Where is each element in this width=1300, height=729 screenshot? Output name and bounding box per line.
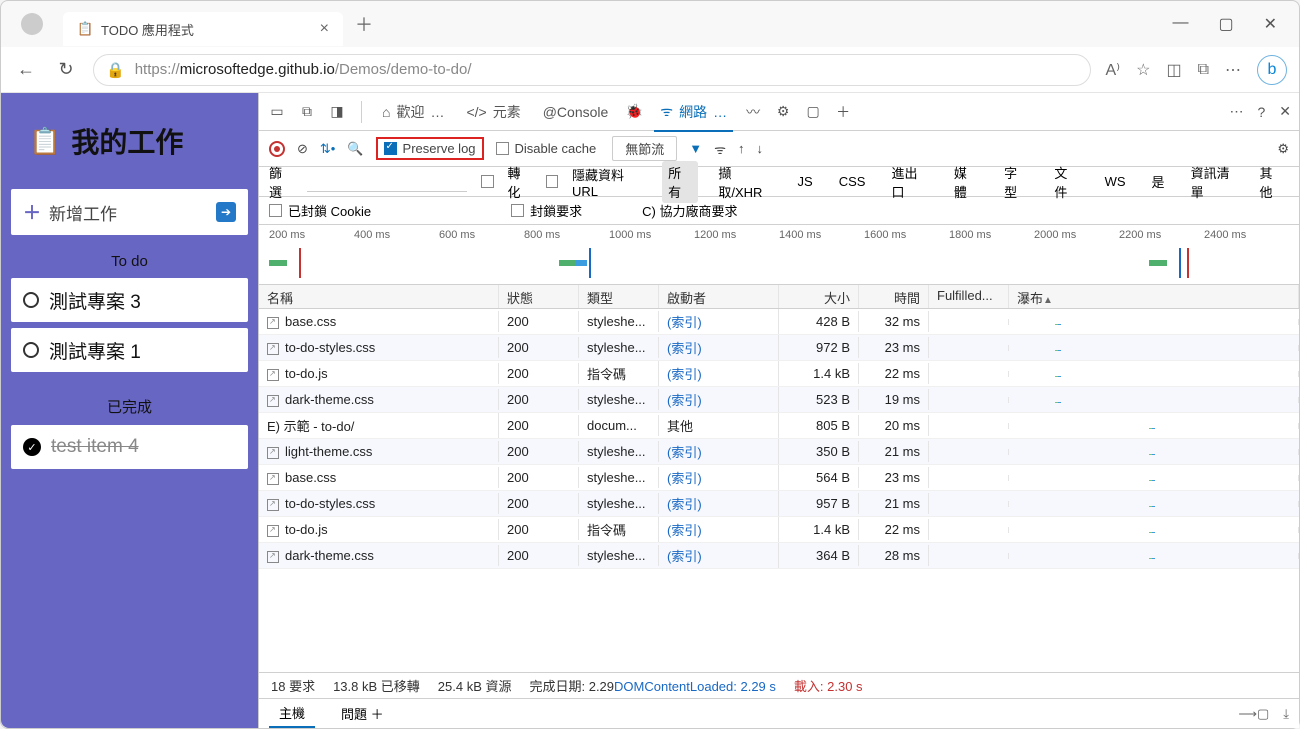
collections-icon[interactable]: ⧉: [1198, 61, 1209, 79]
throttling-select[interactable]: 無節流: [612, 136, 677, 161]
devtools-panel: ▭ ⧉ ◨ ⌂歡迎… </>元素 @Console 🐞 ᯤ網路… 〰 ⚙ ▢ ＋…: [258, 93, 1299, 728]
profile-avatar[interactable]: [21, 13, 43, 35]
split-icon[interactable]: ◫: [1166, 60, 1181, 80]
todo-app: 📋 我的工作 ＋ 新增工作 ➔ To do 測試專案 3 測試專案 1 已完成 …: [1, 93, 258, 728]
dropdown-icon[interactable]: ▼: [689, 141, 702, 156]
preserve-log-checkbox[interactable]: Preserve log: [376, 137, 484, 160]
filter-js[interactable]: JS: [792, 172, 819, 191]
device-icon[interactable]: ⧉: [297, 103, 317, 120]
plus-icon: ＋: [23, 199, 41, 225]
table-row[interactable]: dark-theme.css200styleshe...(索引)364 B28 …: [259, 543, 1299, 569]
blocked-cookie-checkbox[interactable]: 已封鎖 Cookie: [269, 201, 371, 220]
section-done: 已完成: [11, 378, 248, 425]
app-title: 我的工作: [71, 121, 183, 161]
filter-ws[interactable]: WS: [1099, 172, 1132, 191]
disable-cache-checkbox[interactable]: Disable cache: [496, 141, 597, 156]
help-icon[interactable]: ?: [1257, 104, 1265, 120]
table-row[interactable]: dark-theme.css200styleshe...(索引)523 B19 …: [259, 387, 1299, 413]
minimize-icon[interactable]: —: [1172, 14, 1188, 34]
todo-item-done[interactable]: ✓ test item 4: [11, 425, 248, 469]
app-icon[interactable]: ▢: [803, 103, 823, 120]
bug-icon[interactable]: 🐞: [624, 103, 644, 120]
table-row[interactable]: to-do-styles.css200styleshe...(索引)972 B2…: [259, 335, 1299, 361]
drawer-icon-1[interactable]: ⟶▢: [1238, 706, 1269, 722]
table-row[interactable]: to-do.js200指令碼(索引)1.4 kB22 ms: [259, 361, 1299, 387]
more-tabs-icon[interactable]: ＋: [833, 102, 853, 122]
tab-title: TODO 應用程式: [101, 20, 194, 39]
clear-icon[interactable]: ⊘: [297, 141, 308, 157]
checkbox-icon[interactable]: [23, 342, 39, 358]
kebab-icon[interactable]: ⋯: [1229, 103, 1243, 120]
tab-console[interactable]: @Console: [537, 100, 615, 124]
refresh-button[interactable]: ↻: [53, 59, 79, 80]
todo-item[interactable]: 測試專案 1: [11, 328, 248, 372]
close-window-icon[interactable]: ✕: [1264, 14, 1277, 34]
hide-data-checkbox[interactable]: [546, 175, 558, 188]
third-party-label: C) 協力廠商要求: [642, 201, 737, 220]
table-row[interactable]: base.css200styleshe...(索引)564 B23 ms: [259, 465, 1299, 491]
drawer-icon-2[interactable]: ⤓: [1283, 706, 1289, 722]
back-button[interactable]: ←: [13, 59, 39, 80]
checkbox-icon[interactable]: [23, 292, 39, 308]
titlebar: 📋 TODO 應用程式 × ＋ — ▢ ✕: [1, 1, 1299, 47]
settings-icon[interactable]: ⚙: [1277, 141, 1289, 157]
tab-favicon: 📋: [77, 21, 93, 37]
filter-icon[interactable]: ⇅•: [320, 141, 335, 157]
more-icon[interactable]: ⋯: [1225, 60, 1241, 80]
checked-icon[interactable]: ✓: [23, 438, 41, 456]
bing-button[interactable]: b: [1257, 55, 1287, 85]
close-devtools-icon[interactable]: ✕: [1279, 103, 1291, 120]
section-todo: To do: [11, 235, 248, 278]
table-row[interactable]: to-do.js200指令碼(索引)1.4 kB22 ms: [259, 517, 1299, 543]
table-row[interactable]: base.css200styleshe...(索引)428 B32 ms: [259, 309, 1299, 335]
performance-icon[interactable]: 〰: [743, 102, 763, 122]
inspect-icon[interactable]: ▭: [267, 103, 287, 120]
drawer-tab-issues[interactable]: 問題 ＋: [331, 700, 394, 727]
network-table-header: 名稱 狀態 類型 啟動者 大小 時間 Fulfilled... 瀑布▲: [259, 285, 1299, 309]
maximize-icon[interactable]: ▢: [1218, 14, 1233, 34]
download-icon[interactable]: ↓: [756, 141, 763, 156]
lock-icon: 🔒: [106, 61, 125, 79]
memory-icon[interactable]: ⚙: [773, 103, 793, 120]
add-task-input[interactable]: ＋ 新增工作 ➔: [11, 189, 248, 235]
blocked-req-checkbox[interactable]: 封鎖要求: [511, 201, 582, 220]
network-table-body[interactable]: base.css200styleshe...(索引)428 B32 msto-d…: [259, 309, 1299, 672]
network-footer: 18 要求 13.8 kB 已移轉 25.4 kB 資源 完成日期: 2.29D…: [259, 672, 1299, 698]
record-button[interactable]: [269, 141, 285, 157]
table-row[interactable]: E) 示範 - to-do/200docum...其他805 B20 ms: [259, 413, 1299, 439]
timeline[interactable]: 200 ms400 ms600 ms800 ms1000 ms1200 ms14…: [259, 225, 1299, 285]
table-row[interactable]: to-do-styles.css200styleshe...(索引)957 B2…: [259, 491, 1299, 517]
browser-tab[interactable]: 📋 TODO 應用程式 ×: [63, 12, 343, 46]
submit-icon[interactable]: ➔: [216, 202, 236, 222]
url-input[interactable]: 🔒 https://microsoftedge.github.io/Demos/…: [93, 54, 1091, 86]
favorite-icon[interactable]: ☆: [1136, 60, 1150, 80]
tab-elements[interactable]: </>元素: [460, 98, 526, 126]
invert-checkbox[interactable]: [481, 175, 493, 188]
tab-welcome[interactable]: ⌂歡迎…: [376, 98, 450, 126]
todo-item[interactable]: 測試專案 3: [11, 278, 248, 322]
filter-css[interactable]: CSS: [833, 172, 872, 191]
table-row[interactable]: light-theme.css200styleshe...(索引)350 B21…: [259, 439, 1299, 465]
drawer-tab-main[interactable]: 主機: [269, 699, 315, 728]
address-bar: ← ↻ 🔒 https://microsoftedge.github.io/De…: [1, 47, 1299, 93]
upload-icon[interactable]: ↑: [738, 141, 745, 156]
clipboard-icon: 📋: [29, 126, 61, 157]
read-aloud-icon[interactable]: A⁾: [1105, 60, 1120, 80]
wifi-icon[interactable]: ᯤ: [714, 140, 726, 158]
tab-close-icon[interactable]: ×: [320, 20, 329, 38]
filter-input[interactable]: [307, 172, 467, 192]
drawer: 主機 問題 ＋ ⟶▢ ⤓: [259, 698, 1299, 728]
new-tab-button[interactable]: ＋: [355, 11, 373, 37]
tab-network[interactable]: ᯤ網路…: [654, 98, 733, 132]
dock-icon[interactable]: ◨: [327, 103, 347, 120]
filter-wasm[interactable]: 是: [1146, 170, 1171, 193]
search-icon[interactable]: 🔍: [347, 141, 363, 157]
